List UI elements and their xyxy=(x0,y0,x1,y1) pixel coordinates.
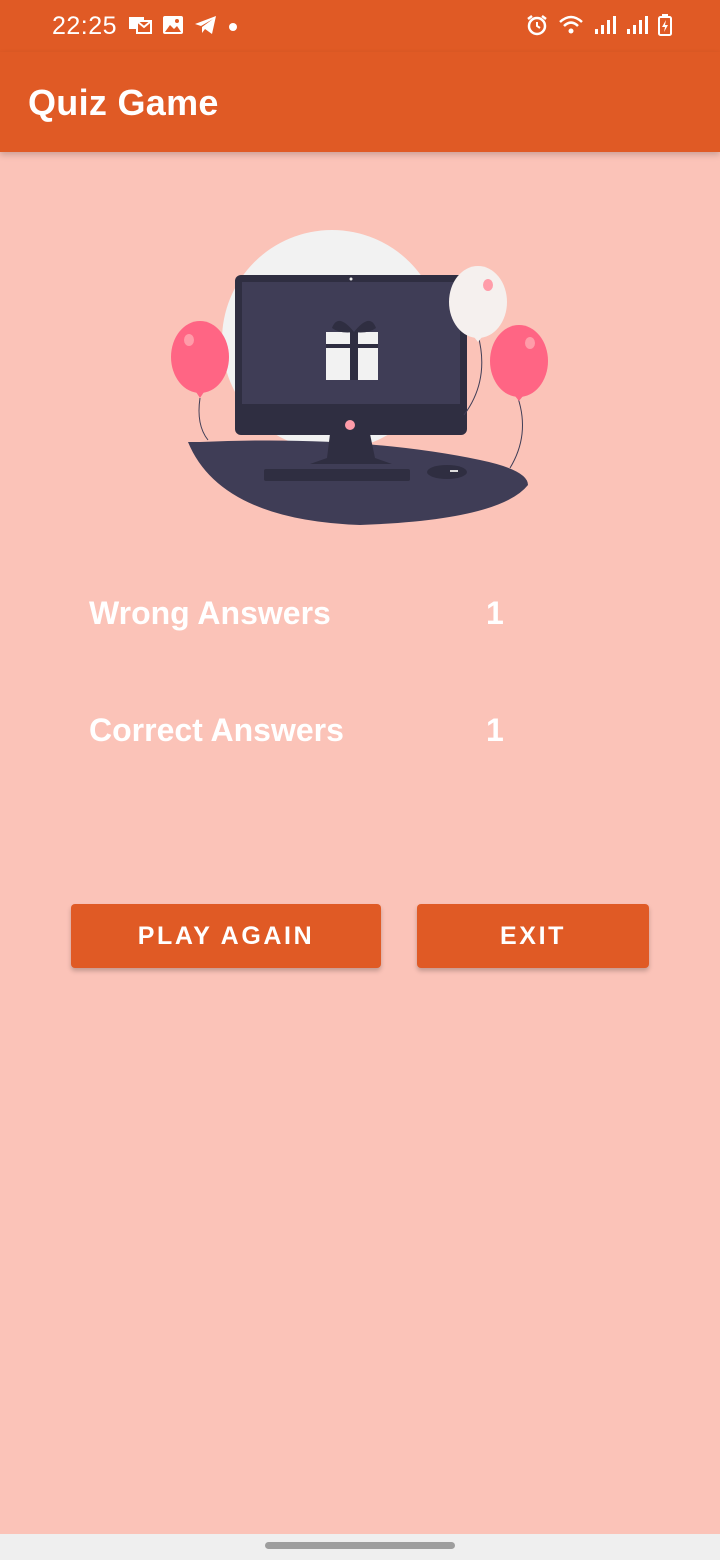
mail-notification-icon xyxy=(128,14,152,41)
app-bar: Quiz Game xyxy=(0,52,720,152)
status-bar: 22:25 xyxy=(0,0,720,52)
notification-icons xyxy=(128,14,238,41)
alarm-icon xyxy=(526,14,548,41)
battery-icon xyxy=(658,14,672,41)
home-indicator[interactable] xyxy=(265,1542,455,1549)
wrong-answers-label: Wrong Answers xyxy=(89,595,331,631)
navigation-bar xyxy=(0,1534,720,1560)
wrong-answers-value: 1 xyxy=(486,595,504,631)
system-icons xyxy=(526,14,672,41)
image-notification-icon xyxy=(162,15,184,40)
telegram-icon xyxy=(194,15,218,40)
signal-icon xyxy=(626,15,648,40)
app-title: Quiz Game xyxy=(28,82,219,123)
status-time: 22:25 xyxy=(52,12,118,40)
correct-answers-label: Correct Answers xyxy=(89,712,344,748)
exit-button[interactable]: EXIT xyxy=(417,904,649,968)
correct-answers-value: 1 xyxy=(486,712,504,748)
computer-gift-balloons-illustration xyxy=(160,220,560,540)
signal-icon xyxy=(594,15,616,40)
wifi-icon xyxy=(558,14,584,41)
play-again-button[interactable]: PLAY AGAIN xyxy=(71,904,381,968)
dot-icon xyxy=(228,19,238,37)
